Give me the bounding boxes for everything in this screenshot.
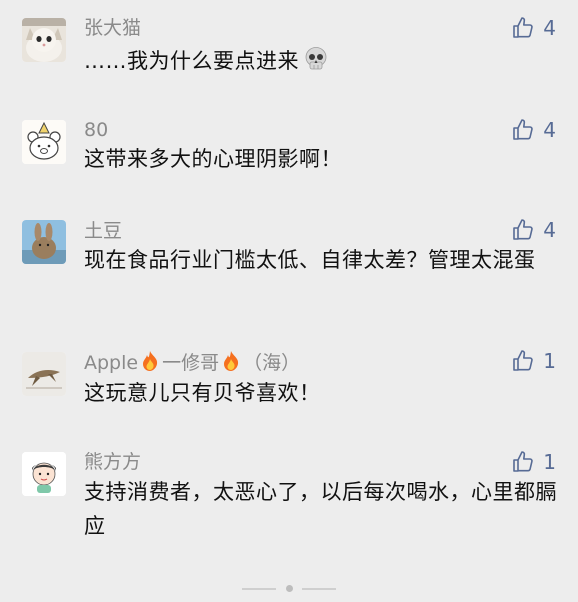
comment-text: 这玩意儿只有贝爷喜欢！	[84, 381, 321, 405]
thumbs-up-icon	[513, 451, 534, 472]
like-count: 1	[543, 450, 556, 474]
commenter-name[interactable]: 80	[84, 118, 108, 142]
like-count: 4	[543, 118, 556, 142]
comment-text: ……我为什么要点进来	[84, 44, 564, 82]
comment-text: 现在食品行业门槛太低、自律太差？管理太混蛋	[84, 248, 536, 272]
fire-emoji-icon	[140, 350, 160, 378]
comment-text: 这带来多大的心理阴影啊！	[84, 147, 342, 171]
pager-bar-right	[302, 588, 336, 590]
commenter-name-part: Apple	[84, 352, 139, 374]
page-indicator	[0, 584, 578, 594]
avatar[interactable]	[22, 220, 66, 264]
commenter-name[interactable]: 张大猫	[84, 16, 141, 40]
avatar[interactable]	[22, 120, 66, 164]
like-button[interactable]: 4	[511, 217, 556, 243]
commenter-name[interactable]: Apple 一修哥 （海）	[84, 350, 300, 378]
avatar[interactable]	[22, 452, 66, 496]
commenter-name-part: （海）	[243, 352, 301, 374]
cartoon-bear-avatar-icon	[22, 120, 66, 164]
like-button[interactable]: 4	[511, 117, 556, 143]
thumbs-up-icon	[513, 219, 534, 240]
commenter-name[interactable]: 土豆	[84, 219, 122, 243]
skull-emoji-icon	[303, 46, 329, 82]
commenter-name-part: 一修哥	[162, 352, 220, 374]
rabbit-photo-avatar-icon	[22, 220, 66, 264]
commenter-name[interactable]: 熊方方	[84, 450, 141, 474]
cartoon-child-avatar-icon	[22, 452, 66, 496]
comment-text: 支持消费者，太恶心了，以后每次喝水，心里都膈应	[84, 480, 557, 538]
like-count: 4	[543, 218, 556, 242]
like-count: 4	[543, 16, 556, 40]
thumbs-up-icon	[513, 350, 534, 371]
bird-photo-avatar-icon	[22, 352, 66, 396]
fire-emoji-icon	[221, 350, 241, 378]
avatar[interactable]	[22, 18, 66, 62]
pager-dot	[286, 585, 293, 592]
comment-text-body: ……我为什么要点进来	[84, 49, 299, 73]
thumbs-up-icon	[513, 119, 534, 140]
thumbs-up-icon	[513, 17, 534, 38]
avatar[interactable]	[22, 352, 66, 396]
like-button[interactable]: 1	[511, 449, 556, 475]
like-count: 1	[543, 349, 556, 373]
cat-photo-avatar-icon	[22, 18, 66, 62]
pager-bar-left	[242, 588, 276, 590]
like-button[interactable]: 4	[511, 15, 556, 41]
like-button[interactable]: 1	[511, 348, 556, 374]
